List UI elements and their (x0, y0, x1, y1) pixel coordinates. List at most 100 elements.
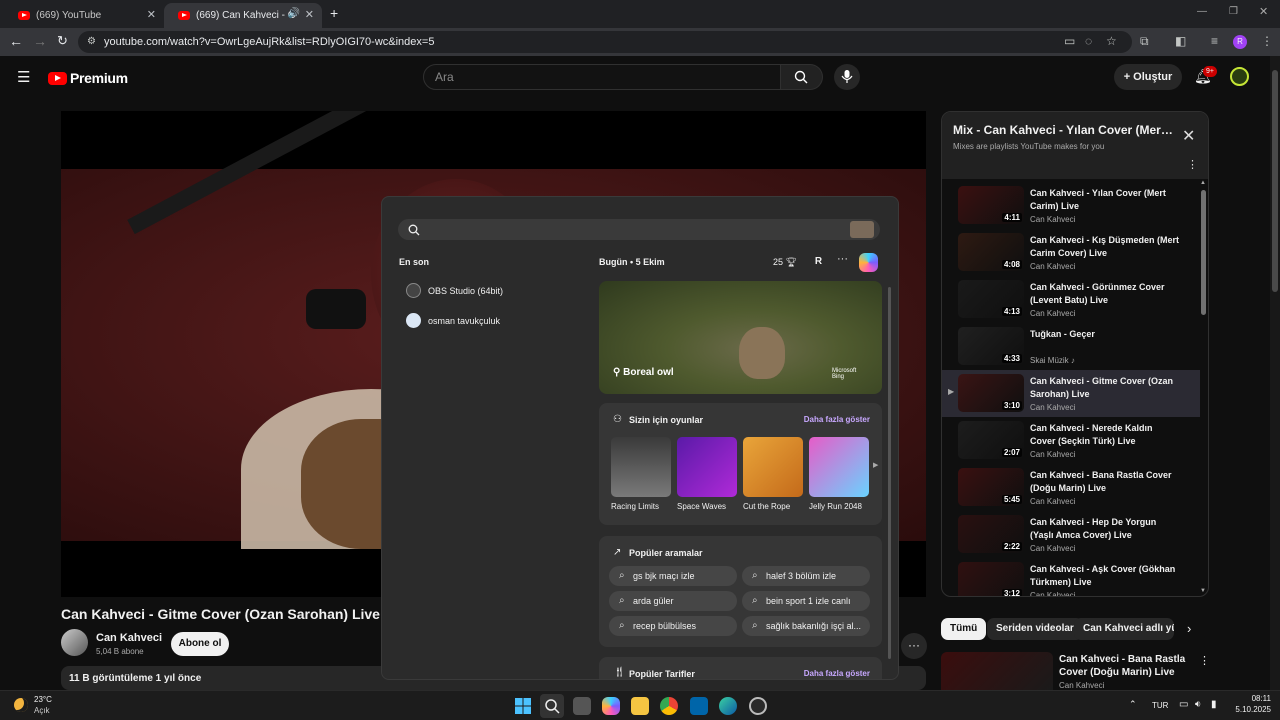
restore-icon[interactable]: ❐ (1229, 6, 1238, 17)
site-info-icon[interactable]: ⚙ (87, 31, 96, 53)
playlist-item[interactable]: 4:08 Can Kahveci - Kış Düşmeden (Mert Car… (942, 229, 1200, 276)
playlist-item-title[interactable]: Can Kahveci - Aşk Cover (Gökhan Türkmen)… (1030, 563, 1180, 589)
game-tile[interactable]: Racing Limits (611, 437, 671, 511)
search-button[interactable] (781, 64, 823, 90)
playlist-thumbnail[interactable]: 4:11 (958, 186, 1024, 224)
recommended-thumbnail[interactable] (941, 652, 1053, 690)
rewards-points[interactable]: 25 🏆︎ (773, 257, 797, 268)
close-tab-icon[interactable]: ✕ (305, 8, 314, 21)
recommended-title[interactable]: Can Kahveci - Bana Rastla Cover (Doğu Ma… (1059, 653, 1189, 679)
popular-search-pill[interactable]: recep bülbülses (609, 616, 737, 636)
tray-overflow-icon[interactable]: ⌃ (1129, 699, 1137, 710)
hamburger-menu-icon[interactable]: ☰ (17, 68, 30, 86)
game-tile[interactable]: Cut the Rope (743, 437, 803, 511)
edge-icon[interactable] (719, 697, 737, 715)
playlist-scrollbar[interactable] (1201, 190, 1206, 315)
new-tab-icon[interactable]: + (330, 5, 338, 21)
recommended-menu-icon[interactable]: ⋮ (1199, 654, 1210, 667)
playlist-thumbnail[interactable]: 4:13 (958, 280, 1024, 318)
game-tile[interactable]: Space Waves (677, 437, 737, 511)
back-icon[interactable]: ← (9, 33, 23, 49)
account-avatar[interactable] (1230, 67, 1249, 86)
popular-search-pill[interactable]: gs bjk maçı izle (609, 566, 737, 586)
profile-avatar[interactable]: R (1233, 35, 1247, 49)
playlist-item-title[interactable]: Tuğkan - Geçer (1030, 328, 1180, 341)
extensions-icon[interactable]: ⧉ (1140, 34, 1149, 49)
chevron-right-icon[interactable]: › (1187, 621, 1191, 636)
side-panel-icon[interactable]: ◧ (1175, 34, 1186, 48)
channel-avatar[interactable] (61, 629, 88, 656)
playlist-item-title[interactable]: Can Kahveci - Yılan Cover (Mert Carim) L… (1030, 187, 1180, 213)
obs-taskbar-icon[interactable] (749, 697, 767, 715)
reading-list-icon[interactable]: ≡ (1211, 34, 1218, 48)
forward-icon[interactable]: → (33, 33, 47, 49)
start-search-input[interactable] (398, 219, 880, 240)
start-menu-scrollbar[interactable] (888, 287, 891, 659)
chip-series[interactable]: Seriden videolar (987, 618, 1083, 640)
playlist-thumbnail[interactable]: 4:08 (958, 233, 1024, 271)
close-tab-icon[interactable]: ✕ (147, 8, 156, 21)
page-scrollbar[interactable] (1270, 56, 1280, 690)
recent-item[interactable]: OBS Studio (64bit) (406, 283, 503, 298)
playlist-thumbnail[interactable]: 4:33 (958, 327, 1024, 365)
playlist-thumbnail[interactable]: 2:07 (958, 421, 1024, 459)
games-more-link[interactable]: Daha fazla göster (804, 415, 870, 424)
weather-temperature[interactable]: 23°C (34, 695, 52, 704)
playlist-item[interactable]: 5:45 Can Kahveci - Bana Rastla Cover (Doğ… (942, 464, 1200, 511)
bing-image-card[interactable]: ⚲ Boreal owl Microsoft Bing (599, 281, 882, 394)
more-actions-button[interactable]: ··· (901, 633, 927, 659)
playlist-thumbnail[interactable]: 3:12 (958, 562, 1024, 596)
playlist-item-title[interactable]: Can Kahveci - Bana Rastla Cover (Doğu Ma… (1030, 469, 1180, 495)
playlist-item[interactable]: 4:13 Can Kahveci - Görünmez Cover (Levent… (942, 276, 1200, 323)
games-next-icon[interactable]: ▶ (873, 461, 878, 469)
bookmark-star-icon[interactable]: ☆ (1106, 34, 1117, 48)
recipes-more-link[interactable]: Daha fazla göster (804, 669, 870, 678)
weather-description[interactable]: Açık (34, 706, 50, 715)
windows-start-icon[interactable] (514, 697, 532, 715)
subscribe-button[interactable]: Abone ol (171, 632, 229, 656)
create-button[interactable]: + Oluştur (1114, 64, 1182, 90)
playlist-item[interactable]: 4:11 Can Kahveci - Yılan Cover (Mert Cari… (942, 182, 1200, 229)
game-tile[interactable]: Jelly Run 2048 (809, 437, 869, 511)
reload-icon[interactable]: ↻ (57, 33, 68, 49)
playlist-item[interactable]: 2:07 Can Kahveci - Nerede Kaldın Cover (S… (942, 417, 1200, 464)
channel-name[interactable]: Can Kahveci (96, 632, 162, 644)
user-avatar[interactable]: R (811, 254, 826, 269)
network-icon[interactable]: ▭ (1179, 699, 1188, 710)
playlist-menu-icon[interactable]: ⋮ (1187, 158, 1198, 171)
playlist-item[interactable]: 2:22 Can Kahveci - Hep De Yorgun (Yaşlı A… (942, 511, 1200, 558)
copilot-taskbar-icon[interactable] (602, 697, 620, 715)
popular-search-pill[interactable]: arda güler (609, 591, 737, 611)
popular-search-pill[interactable]: halef 3 bölüm izle (742, 566, 870, 586)
address-bar[interactable]: ⚙ youtube.com/watch?v=OwrLgeAujRk&list=R… (78, 31, 1132, 53)
browser-menu-icon[interactable]: ⋮ (1261, 34, 1273, 48)
playlist-item[interactable]: 4:33 Tuğkan - Geçer Skai Müzik ♪ (942, 323, 1200, 370)
youtube-logo[interactable]: Premium (48, 70, 128, 86)
playlist-item-title[interactable]: Can Kahveci - Hep De Yorgun (Yaşlı Amca … (1030, 516, 1180, 542)
chip-channel-uploads[interactable]: Can Kahveci adlı yükle (1074, 618, 1174, 640)
playlist-item[interactable]: 3:12 Can Kahveci - Aşk Cover (Gökhan Türk… (942, 558, 1200, 596)
popular-search-pill[interactable]: bein sport 1 izle canlı (742, 591, 870, 611)
voice-search-button[interactable] (834, 64, 860, 90)
file-explorer-icon[interactable] (631, 697, 649, 715)
playlist-item-title[interactable]: Can Kahveci - Gitme Cover (Ozan Sarohan)… (1030, 375, 1180, 401)
weather-moon-icon[interactable] (14, 698, 28, 712)
vscode-icon[interactable] (690, 697, 708, 715)
playlist-item[interactable]: ▶ 3:10 Can Kahveci - Gitme Cover (Ozan Sar… (942, 370, 1200, 417)
scroll-up-icon[interactable]: ▲ (1200, 180, 1206, 186)
page-scrollbar-thumb[interactable] (1272, 70, 1278, 292)
more-options-button[interactable]: ··· (837, 253, 848, 265)
copilot-icon[interactable] (859, 253, 878, 272)
playlist-thumbnail[interactable]: 2:22 (958, 515, 1024, 553)
minimize-icon[interactable]: — (1197, 6, 1207, 17)
scroll-down-icon[interactable]: ▼ (1200, 588, 1206, 594)
audio-playing-icon[interactable]: 🔊 (288, 8, 300, 19)
search-input[interactable]: Ara (423, 64, 781, 90)
chrome-icon[interactable] (660, 697, 678, 715)
volume-icon[interactable]: 🔉︎ (1195, 699, 1201, 710)
close-playlist-icon[interactable]: ✕ (1182, 126, 1195, 146)
playlist-title[interactable]: Mix - Can Kahveci - Yılan Cover (Mert Ca… (953, 123, 1173, 137)
eye-off-icon[interactable]: ◌ (1085, 34, 1092, 48)
recent-item[interactable]: osman tavukçuluk (406, 313, 500, 328)
playlist-thumbnail[interactable]: 3:10 (958, 374, 1024, 412)
